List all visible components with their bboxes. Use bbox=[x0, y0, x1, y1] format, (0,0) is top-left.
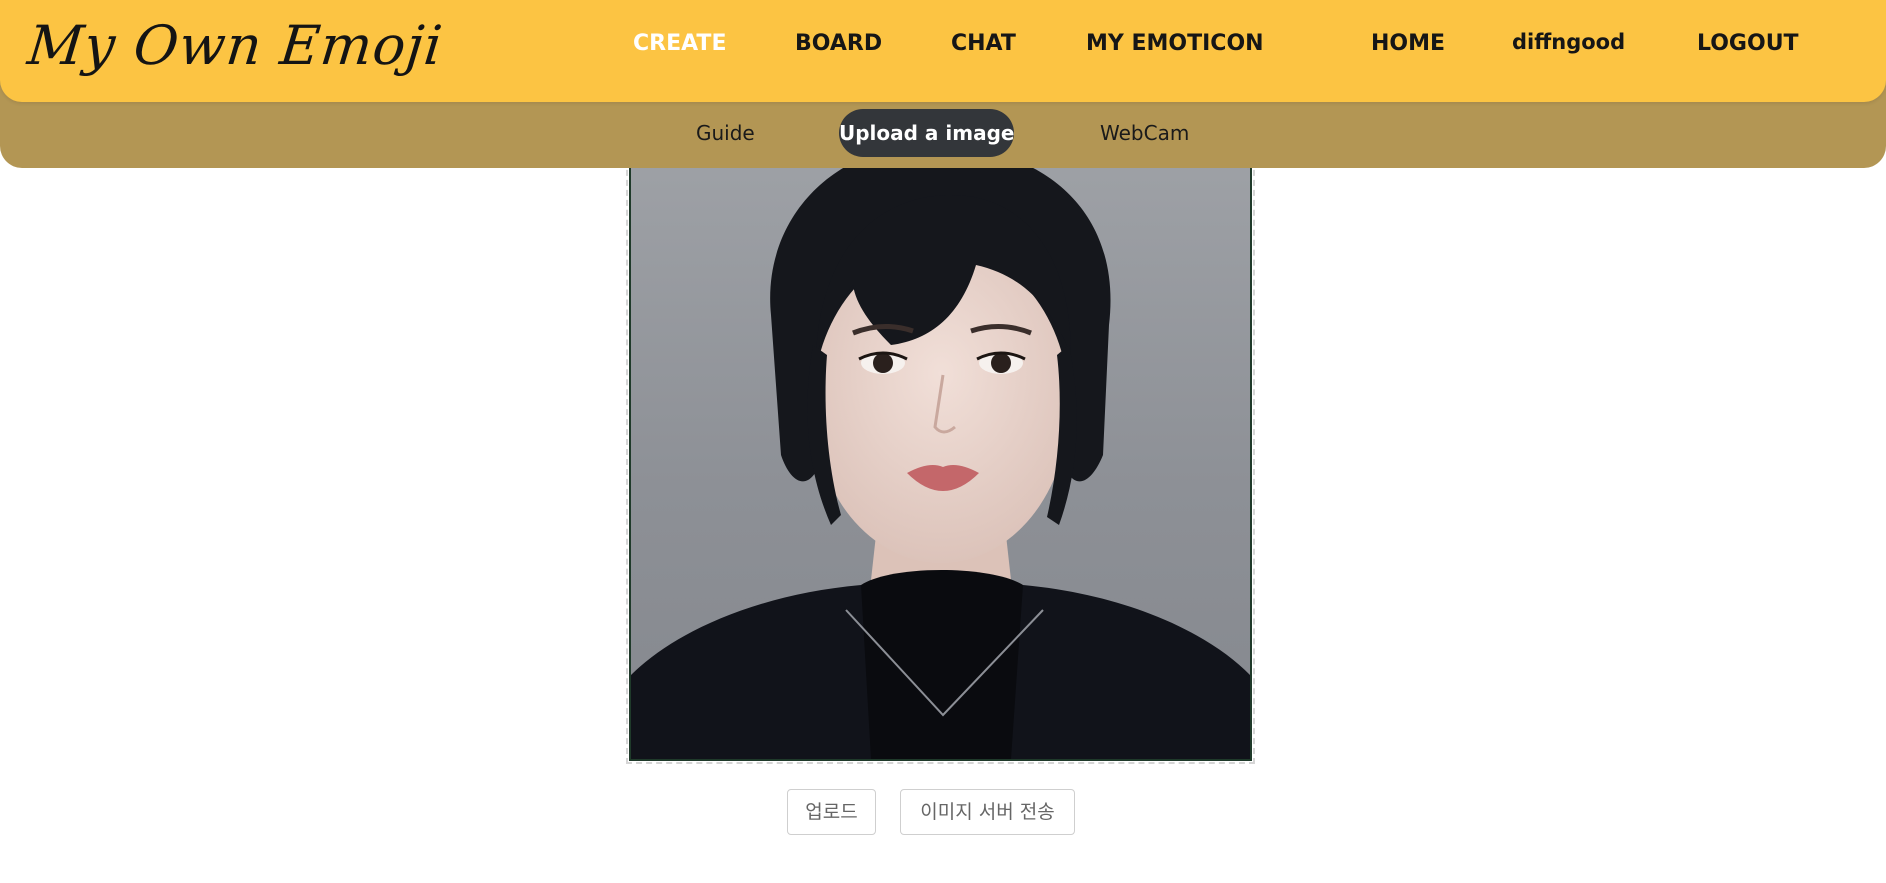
nav-create[interactable]: CREATE bbox=[633, 26, 726, 62]
send-image-to-server-button[interactable]: 이미지 서버 전송 bbox=[900, 789, 1075, 835]
site-logo[interactable]: My Own Emoji bbox=[24, 8, 447, 84]
nav-my-emoticon[interactable]: MY EMOTICON bbox=[1086, 26, 1264, 62]
tab-upload-image[interactable]: Upload a image bbox=[839, 109, 1014, 157]
tab-guide[interactable]: Guide bbox=[696, 109, 755, 157]
upload-button[interactable]: 업로드 bbox=[787, 789, 876, 835]
tab-webcam[interactable]: WebCam bbox=[1100, 109, 1189, 157]
nav-chat[interactable]: CHAT bbox=[951, 26, 1016, 62]
nav-board[interactable]: BOARD bbox=[795, 26, 882, 62]
nav-home[interactable]: HOME bbox=[1371, 26, 1445, 62]
top-navigation-bar: My Own Emoji CREATE BOARD CHAT MY EMOTIC… bbox=[0, 0, 1886, 102]
portrait-illustration bbox=[631, 155, 1250, 759]
uploaded-portrait-photo bbox=[629, 153, 1252, 761]
nav-username[interactable]: diffngood bbox=[1512, 24, 1625, 60]
image-preview-frame bbox=[626, 150, 1255, 764]
nav-logout[interactable]: LOGOUT bbox=[1697, 26, 1799, 62]
